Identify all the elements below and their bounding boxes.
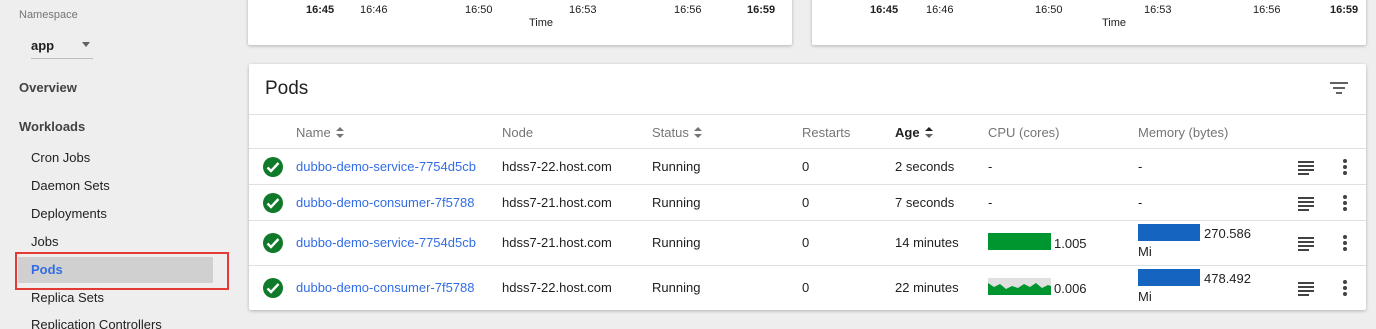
sidebar: Namespace app Overview Workloads Cron Jo… — [0, 0, 232, 329]
sidebar-item-replication-controllers[interactable]: Replication Controllers — [18, 312, 213, 329]
pod-restarts: 0 — [802, 280, 810, 295]
pod-status: Running — [652, 195, 701, 210]
more-vert-icon[interactable] — [1343, 280, 1347, 296]
column-label: Age — [895, 125, 920, 140]
pod-node: hdss7-21.host.com — [502, 235, 612, 250]
time-tick: 16:45 — [306, 4, 335, 16]
more-vert-icon[interactable] — [1343, 159, 1347, 175]
time-tick: 16:53 — [569, 4, 597, 16]
pod-memory: 478.492 — [1204, 271, 1251, 286]
more-vert-icon[interactable] — [1343, 195, 1347, 211]
more-vert-icon[interactable] — [1343, 235, 1347, 251]
pod-cpu: 0.006 — [1054, 281, 1087, 296]
time-tick: 16:56 — [674, 4, 702, 16]
column-header-name[interactable]: Name — [296, 125, 344, 140]
cpu-sparkline — [988, 233, 1051, 250]
time-tick: 16:50 — [1035, 4, 1063, 16]
time-tick: 16:53 — [1144, 4, 1172, 16]
namespace-value: app — [31, 38, 55, 53]
table-row: dubbo-demo-consumer-7f5788 hdss7-21.host… — [249, 185, 1366, 221]
pod-status: Running — [652, 280, 701, 295]
check-circle-icon — [263, 157, 283, 177]
sort-icon — [335, 127, 344, 139]
pods-title: Pods — [265, 78, 309, 99]
table-header: Name Node Status Restarts Age CPU (cores… — [249, 114, 1366, 149]
pod-memory: - — [1138, 195, 1143, 210]
pod-name-link[interactable]: dubbo-demo-consumer-7f5788 — [296, 195, 475, 210]
filter-icon[interactable] — [1329, 82, 1349, 96]
pod-memory-unit: Mi — [1138, 289, 1152, 304]
sort-icon — [924, 127, 933, 139]
time-tick: 16:46 — [926, 4, 954, 16]
highlight-box — [15, 252, 229, 290]
sort-icon — [693, 127, 702, 139]
memory-sparkline — [1138, 224, 1200, 241]
x-axis-title: Time — [529, 17, 554, 29]
pod-restarts: 0 — [802, 195, 810, 210]
column-label: Status — [652, 125, 689, 140]
logs-icon[interactable] — [1298, 237, 1314, 251]
time-tick: 16:50 — [465, 4, 493, 16]
check-circle-icon — [263, 193, 283, 213]
pod-memory: 270.586 — [1204, 226, 1251, 241]
time-tick: 16:56 — [1253, 4, 1281, 16]
pod-cpu: 1.005 — [1054, 236, 1087, 251]
cpu-chart-card: 16:45 16:46 16:50 16:53 16:56 16:59 Time — [248, 0, 792, 45]
pod-status: Running — [652, 235, 701, 250]
x-axis-title: Time — [1102, 17, 1127, 29]
pod-restarts: 0 — [802, 235, 810, 250]
table-row: dubbo-demo-consumer-7f5788 hdss7-22.host… — [249, 266, 1366, 310]
pod-node: hdss7-21.host.com — [502, 195, 612, 210]
column-header-memory: Memory (bytes) — [1138, 125, 1229, 140]
pod-status: Running — [652, 159, 701, 174]
nav-workloads[interactable]: Workloads — [19, 119, 85, 134]
memory-chart-card: 16:45 16:46 16:50 16:53 16:56 16:59 Time — [812, 0, 1366, 45]
pod-restarts: 0 — [802, 159, 810, 174]
logs-icon[interactable] — [1298, 197, 1314, 211]
column-header-status[interactable]: Status — [652, 125, 702, 140]
cpu-sparkline — [988, 278, 1051, 295]
pod-age: 7 seconds — [895, 195, 955, 210]
sidebar-item-cron-jobs[interactable]: Cron Jobs — [18, 145, 213, 171]
sidebar-item-deployments[interactable]: Deployments — [18, 201, 213, 227]
pod-memory-unit: Mi — [1138, 244, 1152, 259]
memory-sparkline — [1138, 269, 1200, 286]
table-row: dubbo-demo-service-7754d5cb hdss7-21.hos… — [249, 221, 1366, 266]
logs-icon[interactable] — [1298, 161, 1314, 175]
pod-cpu: - — [988, 159, 993, 174]
column-label: Name — [296, 125, 331, 140]
sidebar-item-daemon-sets[interactable]: Daemon Sets — [18, 173, 213, 199]
pod-node: hdss7-22.host.com — [502, 280, 612, 295]
check-circle-icon — [263, 233, 283, 253]
time-tick: 16:59 — [1330, 4, 1359, 16]
logs-icon[interactable] — [1298, 282, 1314, 296]
pod-name-link[interactable]: dubbo-demo-service-7754d5cb — [296, 159, 476, 174]
time-tick: 16:45 — [870, 4, 899, 16]
column-header-cpu: CPU (cores) — [988, 125, 1060, 140]
pod-node: hdss7-22.host.com — [502, 159, 612, 174]
pod-age: 22 minutes — [895, 280, 959, 295]
column-header-age[interactable]: Age — [895, 125, 933, 140]
nav-overview[interactable]: Overview — [19, 80, 77, 95]
column-header-restarts: Restarts — [802, 125, 851, 140]
pod-age: 2 seconds — [895, 159, 955, 174]
namespace-label: Namespace — [19, 9, 78, 21]
pod-memory: - — [1138, 159, 1143, 174]
pod-cpu: - — [988, 195, 993, 210]
table-row: dubbo-demo-service-7754d5cb hdss7-22.hos… — [249, 149, 1366, 185]
namespace-select[interactable]: app — [31, 38, 93, 59]
pod-name-link[interactable]: dubbo-demo-service-7754d5cb — [296, 235, 476, 250]
chevron-down-icon — [82, 42, 90, 47]
check-circle-icon — [263, 278, 283, 298]
time-tick: 16:59 — [747, 4, 776, 16]
pods-card: Pods Name Node Status Restarts Age CPU (… — [249, 64, 1366, 310]
pod-name-link[interactable]: dubbo-demo-consumer-7f5788 — [296, 280, 475, 295]
column-header-node: Node — [502, 125, 534, 140]
time-tick: 16:46 — [360, 4, 388, 16]
pod-age: 14 minutes — [895, 235, 959, 250]
